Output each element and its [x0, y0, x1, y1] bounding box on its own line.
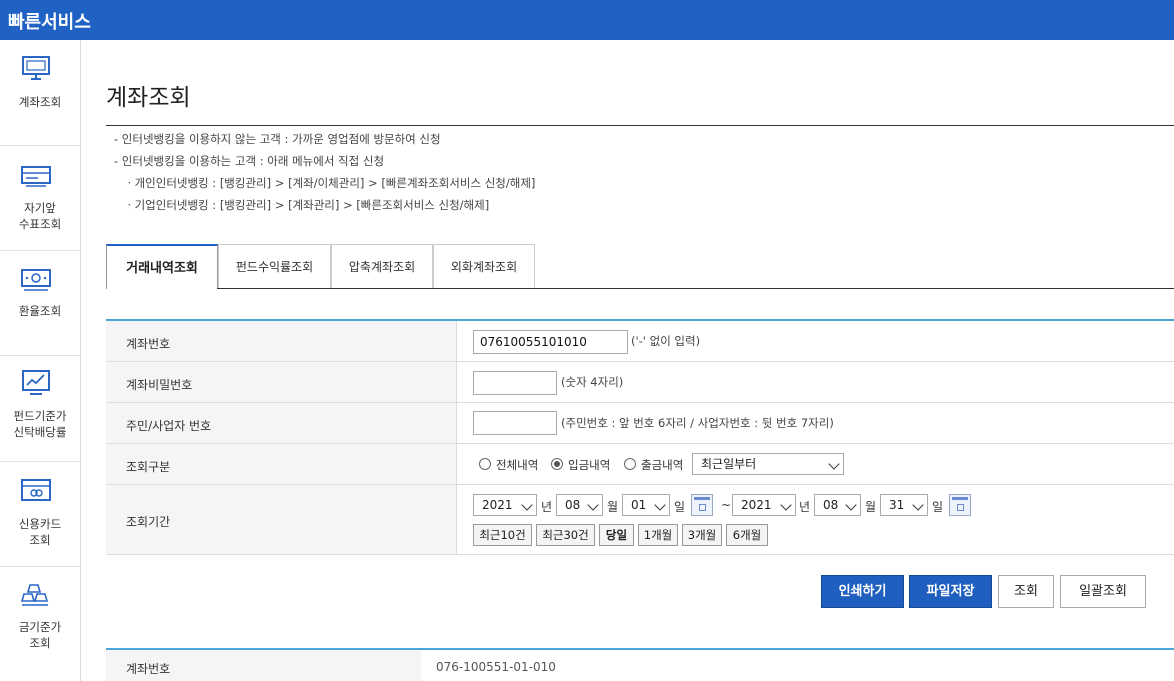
notice-item: ㆍ개인인터넷뱅킹 : [뱅킹관리] > [계좌/이체관리] > [빠른계좌조회서… — [124, 176, 536, 190]
result-table: 계좌번호 076-100551-01-010 — [106, 648, 1174, 681]
account-password-label: 계좌비밀번호 — [126, 378, 193, 392]
sidebar-item-label: 자기앞 수표조회 — [18, 201, 62, 231]
account-password-hint: (숫자 4자리) — [561, 375, 624, 389]
tab-transaction-history[interactable]: 거래내역조회 — [106, 244, 218, 289]
tab-foreign-account[interactable]: 외화계좌조회 — [433, 244, 535, 289]
period-label: 조회기간 — [126, 515, 171, 529]
card-icon — [21, 479, 51, 501]
account-number-label: 계좌번호 — [126, 337, 171, 351]
end-day-unit: 일 — [932, 500, 944, 514]
monitor-icon — [22, 56, 50, 80]
account-number-input[interactable]: 07610055101010 — [473, 330, 628, 354]
end-day-select[interactable]: 31 — [880, 494, 928, 516]
query-type-label: 조회구분 — [126, 460, 171, 474]
id-number-input[interactable] — [473, 411, 557, 435]
start-month-select[interactable]: 08 — [556, 494, 603, 516]
period-tilde: ~ — [721, 498, 732, 512]
sidebar-item-label: 환율조회 — [18, 304, 62, 318]
search-button[interactable]: 조회 — [998, 575, 1054, 608]
tab-divider — [217, 288, 1174, 289]
service-title: 빠른서비스 — [8, 12, 91, 33]
chevron-down-icon — [780, 499, 792, 511]
result-account-value: 076-100551-01-010 — [436, 660, 556, 674]
chevron-down-icon — [845, 499, 857, 511]
radio-all-label: 전체내역 — [496, 458, 539, 472]
chevron-down-icon — [912, 499, 924, 511]
print-button[interactable]: 인쇄하기 — [821, 575, 904, 608]
sidebar-item-label: 펀드기준가 신탁배당률 — [13, 409, 67, 439]
form-row-password: 계좌비밀번호 (숫자 4자리) — [106, 362, 1174, 403]
period-6month-button[interactable]: 6개월 — [726, 524, 768, 546]
start-month-unit: 월 — [607, 500, 619, 514]
title-divider — [106, 125, 1174, 126]
search-form: 계좌번호 07610055101010 ('-' 없이 입력) 계좌비밀번호 (… — [106, 319, 1174, 555]
period-today-button[interactable]: 당일 — [599, 524, 634, 546]
chevron-down-icon — [654, 499, 666, 511]
period-recent30-button[interactable]: 최근30건 — [536, 524, 595, 546]
tab-fund-return[interactable]: 펀드수익률조회 — [218, 244, 331, 289]
notice-item: - 인터넷뱅킹을 이용하지 않는 고객 : 가까운 영업점에 방문하여 신청 — [114, 132, 441, 146]
currency-icon — [21, 269, 51, 291]
start-day-select[interactable]: 01 — [622, 494, 670, 516]
account-password-input[interactable] — [473, 371, 557, 395]
sidebar-item-exchange[interactable]: 환율조회 — [0, 251, 80, 356]
form-row-type: 조회구분 전체내역 입금내역 출금내역 최근일부터 — [106, 444, 1174, 485]
sidebar-item-account[interactable]: 계좌조회 — [0, 40, 80, 146]
chart-icon — [22, 370, 50, 395]
tab-compressed-account[interactable]: 압축계좌조회 — [331, 244, 433, 289]
top-header-bar: 빠른서비스 — [0, 0, 1174, 40]
sidebar: 계좌조회 자기앞 수표조회 환율조회 펀드기준가 신탁배당률 신용카드 조회 금… — [0, 40, 81, 681]
start-year-unit: 년 — [541, 500, 553, 514]
period-1month-button[interactable]: 1개월 — [638, 524, 678, 546]
sidebar-item-fund[interactable]: 펀드기준가 신탁배당률 — [0, 356, 80, 462]
end-month-select[interactable]: 08 — [814, 494, 861, 516]
form-row-period: 조회기간 2021 년 08 월 01 일 ~ 2021 년 08 월 31 일… — [106, 485, 1174, 555]
start-day-unit: 일 — [674, 500, 686, 514]
sidebar-item-gold[interactable]: 금기준가 조회 — [0, 567, 80, 681]
sidebar-item-card[interactable]: 신용카드 조회 — [0, 462, 80, 567]
notice-item: ㆍ기업인터넷뱅킹 : [뱅킹관리] > [계좌관리] > [빠른조회서비스 신청… — [124, 198, 490, 212]
id-number-label: 주민/사업자 번호 — [126, 419, 212, 433]
notice-item: - 인터넷뱅킹을 이용하는 고객 : 아래 메뉴에서 직접 신청 — [114, 154, 385, 168]
sidebar-item-label: 계좌조회 — [18, 95, 62, 109]
period-3month-button[interactable]: 3개월 — [682, 524, 722, 546]
radio-deposit[interactable] — [551, 458, 563, 470]
sidebar-item-check[interactable]: 자기앞 수표조회 — [0, 146, 80, 251]
start-year-select[interactable]: 2021 — [473, 494, 537, 516]
form-row-account: 계좌번호 07610055101010 ('-' 없이 입력) — [106, 321, 1174, 362]
period-recent10-button[interactable]: 최근10건 — [473, 524, 532, 546]
radio-withdrawal[interactable] — [624, 458, 636, 470]
radio-all[interactable] — [479, 458, 491, 470]
check-icon — [21, 166, 51, 187]
radio-withdrawal-label: 출금내역 — [641, 458, 684, 472]
sort-order-select[interactable]: 최근일부터 — [692, 453, 844, 475]
chevron-down-icon — [828, 458, 840, 470]
chevron-down-icon — [587, 499, 599, 511]
calendar-icon[interactable] — [949, 494, 971, 516]
batch-search-button[interactable]: 일괄조회 — [1060, 575, 1146, 608]
radio-deposit-label: 입금내역 — [568, 458, 611, 472]
end-year-select[interactable]: 2021 — [732, 494, 796, 516]
sidebar-item-label: 금기준가 조회 — [18, 620, 62, 650]
result-account-label: 계좌번호 — [126, 662, 171, 676]
sidebar-item-label: 신용카드 조회 — [18, 517, 62, 547]
end-month-unit: 월 — [865, 500, 877, 514]
calendar-icon[interactable] — [691, 494, 713, 516]
gold-icon — [20, 584, 49, 606]
account-number-hint: ('-' 없이 입력) — [631, 334, 701, 348]
page-title: 계좌조회 — [106, 85, 191, 111]
main-content: 계좌조회 - 인터넷뱅킹을 이용하지 않는 고객 : 가까운 영업점에 방문하여… — [81, 40, 1174, 681]
id-number-hint: (주민번호 : 앞 번호 6자리 / 사업자번호 : 뒷 번호 7자리) — [561, 416, 834, 430]
chevron-down-icon — [521, 499, 533, 511]
form-row-idnum: 주민/사업자 번호 (주민번호 : 앞 번호 6자리 / 사업자번호 : 뒷 번… — [106, 403, 1174, 444]
save-file-button[interactable]: 파일저장 — [909, 575, 992, 608]
end-year-unit: 년 — [799, 500, 811, 514]
